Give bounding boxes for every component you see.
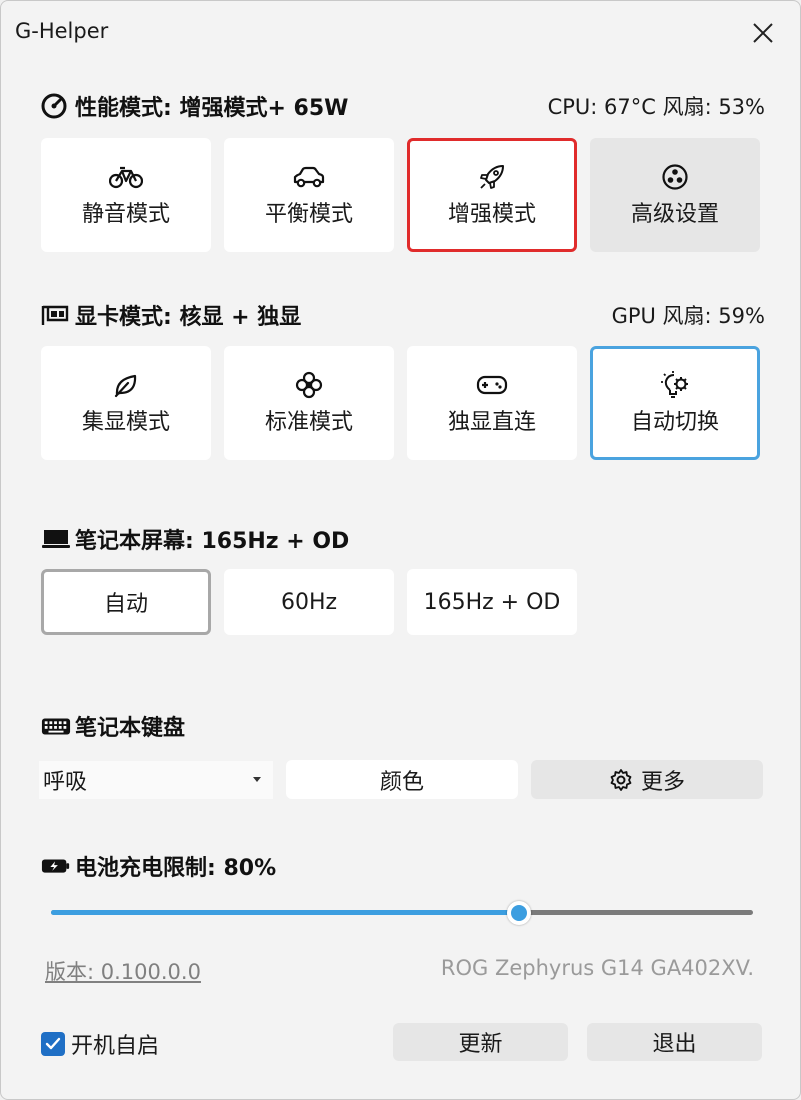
keyboard-more-button[interactable]: 更多 xyxy=(531,760,763,799)
mode-turbo-button[interactable]: 增强模式 xyxy=(407,138,577,252)
battery-limit-slider[interactable] xyxy=(51,901,753,925)
keyboard-mode-value: 呼吸 xyxy=(43,770,88,795)
gpu-eco-label: 集显模式 xyxy=(81,410,170,435)
keyboard-header: 笔记本键盘 xyxy=(41,709,765,743)
autostart-checkbox[interactable]: 开机自启 xyxy=(41,1028,159,1060)
title-bar: G-Helper xyxy=(1,1,800,63)
slider-fill xyxy=(51,910,520,915)
quit-button[interactable]: 退出 xyxy=(587,1023,762,1061)
gpu-card-icon xyxy=(41,301,71,329)
dropdown-caret-icon xyxy=(253,777,261,782)
cpu-status: CPU: 67°C 风扇: 53% xyxy=(547,95,765,119)
gpu-optimized-label: 自动切换 xyxy=(630,410,719,435)
car-icon xyxy=(292,162,326,192)
bicycle-icon xyxy=(109,162,143,192)
update-button[interactable]: 更新 xyxy=(393,1023,568,1061)
advanced-settings-button[interactable]: 高级设置 xyxy=(590,138,760,252)
close-button[interactable] xyxy=(740,13,786,53)
keyboard-mode-select[interactable]: 呼吸 xyxy=(39,761,273,799)
gauge-icon xyxy=(41,92,71,120)
screen-60hz-label: 60Hz xyxy=(280,589,338,615)
advanced-settings-label: 高级设置 xyxy=(630,202,719,227)
leaf-icon xyxy=(112,370,140,400)
mode-silent-button[interactable]: 静音模式 xyxy=(41,138,211,252)
gpu-ultimate-label: 独显直连 xyxy=(447,410,536,435)
slider-thumb[interactable] xyxy=(507,901,532,925)
update-label: 更新 xyxy=(458,1032,503,1057)
battery-header: 电池充电限制: 80% xyxy=(41,849,765,883)
performance-title: 性能模式: 增强模式+ 65W xyxy=(75,96,349,121)
battery-title: 电池充电限制: 80% xyxy=(75,856,277,881)
gear-icon xyxy=(609,768,633,792)
mode-balanced-label: 平衡模式 xyxy=(264,202,353,227)
fan-icon xyxy=(661,162,689,192)
gpu-ultimate-button[interactable]: 独显直连 xyxy=(407,346,577,460)
mode-silent-label: 静音模式 xyxy=(81,202,170,227)
performance-header: 性能模式: 增强模式+ 65W CPU: 67°C 风扇: 53% xyxy=(41,89,765,123)
window-title: G-Helper xyxy=(15,19,109,43)
quit-label: 退出 xyxy=(652,1032,697,1057)
keyboard-color-button[interactable]: 颜色 xyxy=(286,760,518,799)
gpu-standard-button[interactable]: 标准模式 xyxy=(224,346,394,460)
mode-turbo-label: 增强模式 xyxy=(447,202,536,227)
screen-165hz-button[interactable]: 165Hz + OD xyxy=(407,569,577,635)
autostart-label: 开机自启 xyxy=(71,1034,160,1059)
screen-auto-button[interactable]: 自动 xyxy=(41,569,211,635)
keyboard-icon xyxy=(41,712,71,740)
flower-icon xyxy=(295,370,323,400)
gpu-eco-button[interactable]: 集显模式 xyxy=(41,346,211,460)
keyboard-title: 笔记本键盘 xyxy=(75,716,186,741)
version-link[interactable]: 版本: 0.100.0.0 xyxy=(45,956,201,986)
keyboard-color-label: 颜色 xyxy=(379,769,424,795)
device-model: ROG Zephyrus G14 GA402XV. xyxy=(440,956,754,980)
screen-auto-label: 自动 xyxy=(103,592,148,617)
gpu-header: 显卡模式: 核显 + 独显 GPU 风扇: 59% xyxy=(41,298,765,332)
keyboard-more-label: 更多 xyxy=(640,769,685,795)
lightbulb-gear-icon xyxy=(660,370,690,400)
mode-balanced-button[interactable]: 平衡模式 xyxy=(224,138,394,252)
screen-165hz-label: 165Hz + OD xyxy=(423,589,561,615)
gamepad-icon xyxy=(476,370,508,400)
rocket-icon xyxy=(478,162,506,192)
close-icon xyxy=(753,23,773,43)
checkbox-checked-icon xyxy=(41,1032,65,1056)
gpu-standard-label: 标准模式 xyxy=(264,410,353,435)
gpu-optimized-button[interactable]: 自动切换 xyxy=(590,346,760,460)
g-helper-window: G-Helper 性能模式: 增强模式+ 65W CPU: 67°C 风扇: 5… xyxy=(0,0,801,1100)
laptop-icon xyxy=(41,525,71,553)
battery-charging-icon xyxy=(41,852,71,880)
screen-60hz-button[interactable]: 60Hz xyxy=(224,569,394,635)
gpu-status: GPU 风扇: 59% xyxy=(611,304,765,328)
gpu-title: 显卡模式: 核显 + 独显 xyxy=(75,305,302,330)
screen-title: 笔记本屏幕: 165Hz + OD xyxy=(75,529,350,554)
screen-header: 笔记本屏幕: 165Hz + OD xyxy=(41,522,765,556)
